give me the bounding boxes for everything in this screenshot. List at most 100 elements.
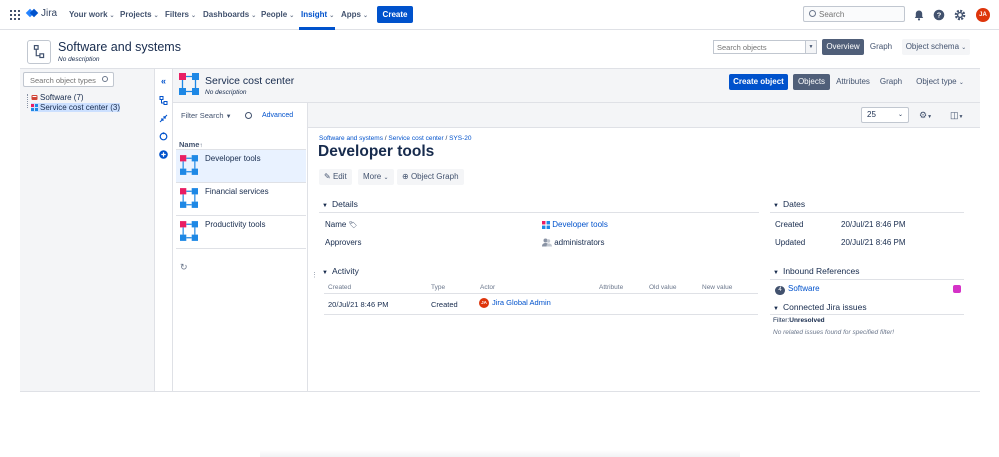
inbound-ref-software[interactable]: 4 Software <box>775 284 820 295</box>
tree-node-label: Service cost center (3) <box>40 103 121 112</box>
tab-attributes[interactable]: Attributes <box>834 74 872 90</box>
date-value-updated: 20/Jul/21 8:46 PM <box>841 238 906 247</box>
actor-avatar: JA <box>479 298 489 309</box>
page-size-select[interactable]: 25 ⌄ <box>861 107 909 123</box>
nav-insight[interactable]: Insight ⌄ <box>301 10 334 19</box>
inbound-section-toggle[interactable]: ▼ Inbound References <box>773 266 860 276</box>
tree-node-software[interactable]: Software (7) <box>31 93 84 102</box>
activity-section-toggle[interactable]: ▼ Activity <box>322 266 359 276</box>
collapse-all-icon[interactable] <box>159 114 168 123</box>
date-label-created: Created <box>775 220 804 229</box>
breadcrumb-schema[interactable]: Software and systems <box>319 135 383 142</box>
view-mode-icon[interactable]: ◫▼ <box>950 110 963 121</box>
actor-link: Jira Global Admin <box>492 298 551 307</box>
jira-logo-icon <box>25 8 39 19</box>
nav-projects[interactable]: Projects ⌄ <box>120 10 159 19</box>
active-nav-indicator <box>299 27 335 30</box>
service-cost-center-icon <box>180 221 198 241</box>
chevron-down-icon: ⌄ <box>961 45 967 51</box>
count-badge: 4 <box>775 286 785 295</box>
tree-search-input[interactable] <box>30 75 100 85</box>
activity-cell-actor[interactable]: JA Jira Global Admin <box>479 298 551 309</box>
tab-graph[interactable]: Graph <box>867 39 895 55</box>
chevron-down-icon: ▼ <box>773 306 779 312</box>
nav-label: Projects <box>120 10 152 19</box>
filter-search-dropdown[interactable]: Filter Search ▼ <box>181 111 232 120</box>
global-search[interactable] <box>803 6 905 22</box>
date-value-created: 20/Jul/21 8:46 PM <box>841 220 906 229</box>
global-search-input[interactable] <box>819 9 901 20</box>
list-item[interactable]: Productivity tools <box>176 216 306 249</box>
jira-logo[interactable]: Jira <box>25 8 57 19</box>
tab-objects[interactable]: Objects <box>793 74 830 90</box>
object-type-dropdown[interactable]: Object type ⌄ <box>912 74 968 90</box>
list-item[interactable]: Financial services <box>176 183 306 216</box>
list-settings-icon[interactable]: ⚙▼ <box>919 110 932 121</box>
chevron-down-icon[interactable]: ▼ <box>805 41 816 53</box>
nav-filters[interactable]: Filters ⌄ <box>165 10 196 19</box>
help-icon[interactable]: ? <box>933 9 945 21</box>
chevron-down-icon: ⌄ <box>289 13 295 19</box>
bottom-shadow <box>260 450 740 457</box>
nav-apps[interactable]: Apps ⌄ <box>341 10 368 19</box>
chevron-down-icon: ⌄ <box>958 80 964 86</box>
tree-node-service-cost-center[interactable]: Service cost center (3) <box>31 103 121 112</box>
section-title: Dates <box>782 199 806 209</box>
list-item-label: Developer tools <box>205 154 261 163</box>
nav-label: Dashboards <box>203 10 250 19</box>
object-schema-dropdown[interactable]: Object schema ⌄ <box>902 39 970 55</box>
name-column-header[interactable]: Name↑ <box>179 140 202 149</box>
filter-search-label: Filter Search <box>181 111 224 120</box>
create-object-button[interactable]: Create object <box>729 74 788 90</box>
chevron-down-icon: ⌄ <box>153 13 159 19</box>
nav-people[interactable]: People ⌄ <box>261 10 294 19</box>
activity-col-type: Type <box>431 284 446 291</box>
app-switcher-icon[interactable] <box>10 10 20 20</box>
advanced-search-link[interactable]: Advanced <box>262 112 293 119</box>
field-label-approvers: Approvers <box>325 238 362 247</box>
tab-type-graph[interactable]: Graph <box>877 74 905 90</box>
top-navigation: Jira Your work ⌄ Projects ⌄ Filters ⌄ Dashb… <box>0 0 999 30</box>
schema-title: Software and systems <box>58 40 181 54</box>
edit-button[interactable]: ✎ Edit <box>319 169 352 185</box>
nav-dashboards[interactable]: Dashboards ⌄ <box>203 10 256 19</box>
section-title: Connected Jira issues <box>782 302 867 312</box>
caret-down-icon: ▼ <box>225 114 232 120</box>
search-icon[interactable] <box>245 112 252 119</box>
search-icon <box>102 76 108 82</box>
sync-icon[interactable] <box>159 132 168 141</box>
dates-section-toggle[interactable]: ▼ Dates <box>773 199 805 209</box>
field-value-name[interactable]: Developer tools <box>542 220 608 229</box>
breadcrumb-type[interactable]: Service cost center <box>388 135 443 142</box>
create-button[interactable]: Create <box>377 6 413 23</box>
object-type-tree-panel <box>20 69 155 391</box>
tree-structure-icon[interactable] <box>159 96 168 105</box>
details-section-toggle[interactable]: ▼ Details <box>322 199 358 209</box>
nav-label: People <box>261 10 288 19</box>
breadcrumb-key[interactable]: SYS-20 <box>449 135 471 142</box>
refresh-icon[interactable]: ↻ <box>180 262 188 273</box>
search-objects-input[interactable] <box>717 42 807 52</box>
add-object-type-icon[interactable] <box>159 150 168 159</box>
more-button[interactable]: More ⌄ <box>358 169 394 185</box>
activity-cell-created: 20/Jul/21 8:46 PM <box>328 300 389 309</box>
color-swatch <box>953 285 961 293</box>
field-value-approvers[interactable]: administrators <box>542 238 604 247</box>
list-item-label: Financial services <box>205 187 269 196</box>
service-cost-center-icon <box>180 188 198 208</box>
nav-your-work[interactable]: Your work ⌄ <box>69 10 115 19</box>
tab-overview[interactable]: Overview <box>822 39 864 55</box>
tree-connector <box>27 94 28 108</box>
search-objects-box[interactable]: ▼ <box>713 40 817 54</box>
notifications-icon[interactable] <box>913 9 925 21</box>
settings-icon[interactable] <box>954 9 966 21</box>
collapse-panel-icon[interactable]: « <box>159 77 168 86</box>
jira-issues-section-toggle[interactable]: ▼ Connected Jira issues <box>773 302 867 312</box>
object-graph-button[interactable]: ⊕ Object Graph <box>397 169 464 185</box>
list-item[interactable]: Developer tools <box>176 150 306 183</box>
divider <box>324 293 758 294</box>
tag-icon: 🏷 <box>348 222 358 229</box>
tree-search-box[interactable] <box>23 72 114 87</box>
user-avatar[interactable]: JA <box>976 8 990 22</box>
resize-handle-icon[interactable]: ⋮ <box>311 271 318 279</box>
